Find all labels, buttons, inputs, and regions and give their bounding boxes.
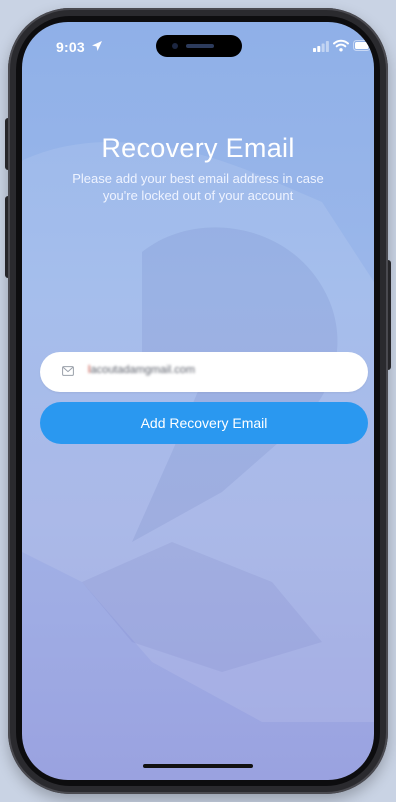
dynamic-island [156, 35, 242, 57]
page-subtitle: Please add your best email address in ca… [72, 171, 324, 203]
island-indicator [186, 44, 214, 48]
app-screen: 9:03 Recovery Email Please add your best… [22, 22, 374, 780]
status-bar: 9:03 [22, 22, 374, 70]
page-title: Recovery Email [101, 133, 295, 163]
recovery-email-field[interactable]: lacoutadamgmail.com [40, 352, 368, 392]
mail-icon [62, 366, 74, 376]
status-time: 9:03 [56, 39, 85, 55]
device-mockup: 9:03 Recovery Email Please add your best… [0, 0, 396, 802]
battery-icon [353, 40, 373, 51]
location-arrow-icon [92, 41, 102, 51]
add-recovery-email-button[interactable]: Add Recovery Email [40, 402, 368, 444]
front-camera [172, 43, 178, 49]
phone-frame: 9:03 Recovery Email Please add your best… [8, 8, 388, 794]
email-value: lacoutadamgmail.com [88, 364, 196, 376]
home-indicator[interactable] [143, 764, 253, 768]
cellular-signal-icon [313, 41, 329, 52]
wifi-icon [333, 39, 349, 52]
